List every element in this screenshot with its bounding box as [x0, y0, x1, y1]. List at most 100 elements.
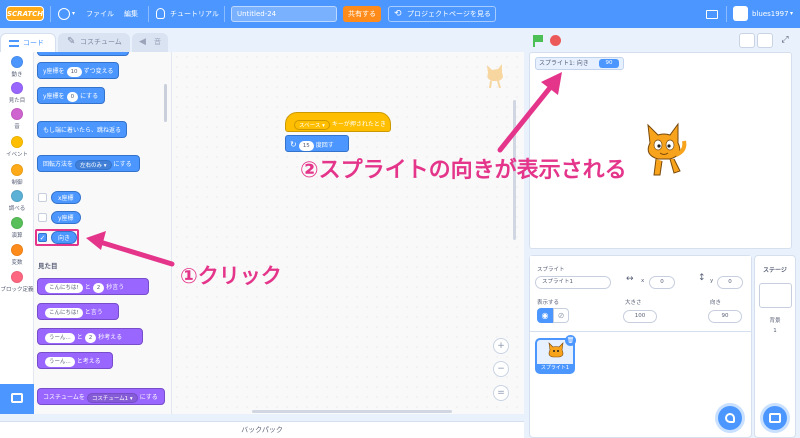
see-project-page-button[interactable]: ⟲ プロジェクトページを見る	[388, 6, 496, 22]
zoom-in-button[interactable]: +	[493, 338, 509, 354]
x-position-checkbox[interactable]	[38, 193, 47, 202]
show-sprite-eye-icon[interactable]: ◉	[537, 308, 553, 323]
category-dot	[11, 164, 23, 176]
block-x-position[interactable]: x座標	[51, 191, 81, 204]
block-input[interactable]: 0	[66, 91, 79, 102]
block-input[interactable]: 2	[92, 282, 105, 293]
category-sensing[interactable]: 調べる	[0, 190, 34, 212]
script-scrollbar[interactable]	[252, 410, 452, 413]
globe-icon[interactable]	[58, 8, 70, 20]
small-stage-button[interactable]	[739, 33, 755, 48]
block-input[interactable]: うーん...	[45, 332, 75, 343]
folder-icon[interactable]	[706, 10, 718, 19]
category-menu: 動き 見た目 音 イベント 制御 調べる 演算 変数 ブロック定義	[0, 52, 34, 384]
sprite-cat[interactable]	[640, 121, 688, 179]
zoom-reset-button[interactable]: =	[493, 385, 509, 401]
project-title-input[interactable]: Untitled-24	[231, 6, 337, 22]
block-say-for[interactable]: こんにちは! と 2 秒言う	[37, 278, 149, 295]
code-icon	[9, 40, 19, 47]
stage-selector-pane[interactable]: ステージ 背景 1	[754, 255, 796, 438]
rotation-style-dropdown[interactable]: 左右のみ ▾	[75, 159, 112, 170]
y-input[interactable]: 0	[717, 276, 743, 289]
category-operators[interactable]: 演算	[0, 217, 34, 239]
block-think[interactable]: うーん... と考える	[37, 352, 113, 369]
block-switch-costume[interactable]: コスチュームを コスチューム1 ▾ にする	[37, 388, 165, 405]
category-dot	[11, 82, 23, 94]
x-input[interactable]: 0	[649, 276, 675, 289]
direction-input[interactable]: 90	[708, 310, 742, 323]
tab-code[interactable]: コード	[0, 33, 56, 52]
block-input[interactable]: 10	[66, 66, 82, 77]
block-text: y座標を	[43, 93, 65, 100]
block-direction[interactable]: 向き	[51, 231, 78, 244]
category-dot	[11, 108, 23, 120]
palette-scrollbar[interactable]	[164, 84, 167, 122]
block-think-for[interactable]: うーん... と 2 秒考える	[37, 328, 143, 345]
block-set-y[interactable]: y座標を 0 にする	[37, 87, 105, 104]
add-sprite-button[interactable]	[718, 406, 742, 430]
tutorial-menu[interactable]: チュートリアル	[170, 0, 219, 28]
costume-dropdown[interactable]: コスチューム1 ▾	[86, 392, 138, 403]
category-control[interactable]: 制御	[0, 164, 34, 186]
scratch-logo[interactable]: SCRATCH	[6, 6, 44, 21]
share-button[interactable]: 共有する	[343, 6, 381, 22]
tab-sound[interactable]: ◀ 音	[132, 33, 168, 52]
large-stage-button[interactable]	[757, 33, 773, 48]
block-rotation-style[interactable]: 回転方法を 左右のみ ▾ にする	[37, 155, 140, 172]
backdrop-thumbnail[interactable]	[759, 283, 792, 308]
block-text: 度回す	[315, 142, 334, 149]
delete-sprite-icon[interactable]: 🗑	[565, 335, 576, 346]
category-sound[interactable]: 音	[0, 108, 34, 130]
block-change-y[interactable]: y座標を 10 ずつ変える	[37, 62, 119, 79]
block-input[interactable]: こんにちは!	[45, 282, 83, 293]
category-label: イベント	[5, 152, 28, 158]
stage[interactable]	[529, 52, 792, 249]
when-key-pressed-block[interactable]: スペース ▾ キーが押されたとき	[285, 112, 391, 132]
sprite-name-input[interactable]: スプライト1	[535, 276, 611, 289]
stop-icon[interactable]	[550, 35, 561, 46]
fullscreen-button[interactable]: ⤢	[777, 33, 793, 48]
username[interactable]: blues1997	[752, 0, 789, 28]
zoom-out-button[interactable]: −	[493, 361, 509, 377]
backpack-bar[interactable]: バックパック	[0, 421, 524, 438]
add-extension-button[interactable]	[0, 384, 34, 414]
block-text: にする	[139, 394, 158, 401]
block-bounce[interactable]: もし端に着いたら、跳ね返る	[37, 121, 127, 138]
block-input[interactable]: 15	[298, 140, 314, 151]
edit-menu[interactable]: 編集	[124, 0, 138, 28]
hide-sprite-eye-icon[interactable]: ⊘	[553, 308, 569, 323]
category-variables[interactable]: 変数	[0, 244, 34, 266]
tab-code-label: コード	[23, 39, 44, 47]
block-input[interactable]: こんにちは!	[45, 307, 83, 318]
category-my-blocks[interactable]: ブロック定義	[0, 271, 34, 293]
menu-separator	[50, 6, 51, 22]
avatar[interactable]	[733, 6, 748, 21]
menu-separator	[148, 6, 149, 22]
category-events[interactable]: イベント	[0, 136, 34, 158]
brush-icon: ✎	[67, 36, 76, 47]
block-partial[interactable]	[37, 52, 129, 56]
turn-block[interactable]: ↻ 15 度回す	[285, 135, 349, 152]
rotate-right-icon: ↻	[290, 140, 297, 149]
key-dropdown[interactable]: スペース ▾	[294, 119, 330, 130]
y-position-checkbox[interactable]	[38, 213, 47, 222]
category-motion[interactable]: 動き	[0, 56, 34, 78]
green-flag-icon[interactable]	[532, 35, 544, 47]
sprite-name-label: スプライト	[537, 267, 565, 273]
category-looks[interactable]: 見た目	[0, 82, 34, 104]
speaker-icon: ◀	[139, 37, 146, 47]
direction-monitor[interactable]: スプライト1: 向き 90	[535, 57, 624, 70]
block-input[interactable]: 2	[84, 332, 97, 343]
size-label: 大きさ	[625, 300, 642, 306]
file-menu[interactable]: ファイル	[86, 0, 114, 28]
block-text: 秒考える	[98, 334, 123, 341]
add-backdrop-button[interactable]	[763, 406, 787, 430]
block-y-position[interactable]: y座標	[51, 211, 81, 224]
monitor-label: スプライト1: 向き	[539, 60, 589, 67]
size-input[interactable]: 100	[623, 310, 657, 323]
tab-costume[interactable]: ✎ コスチューム	[58, 33, 130, 52]
block-say[interactable]: こんにちは! と言う	[37, 303, 119, 320]
block-input[interactable]: うーん...	[45, 356, 75, 367]
direction-checkbox[interactable]: ✓	[38, 233, 47, 242]
script-area[interactable]: スペース ▾ キーが押されたとき ↻ 15 度回す	[172, 52, 524, 414]
